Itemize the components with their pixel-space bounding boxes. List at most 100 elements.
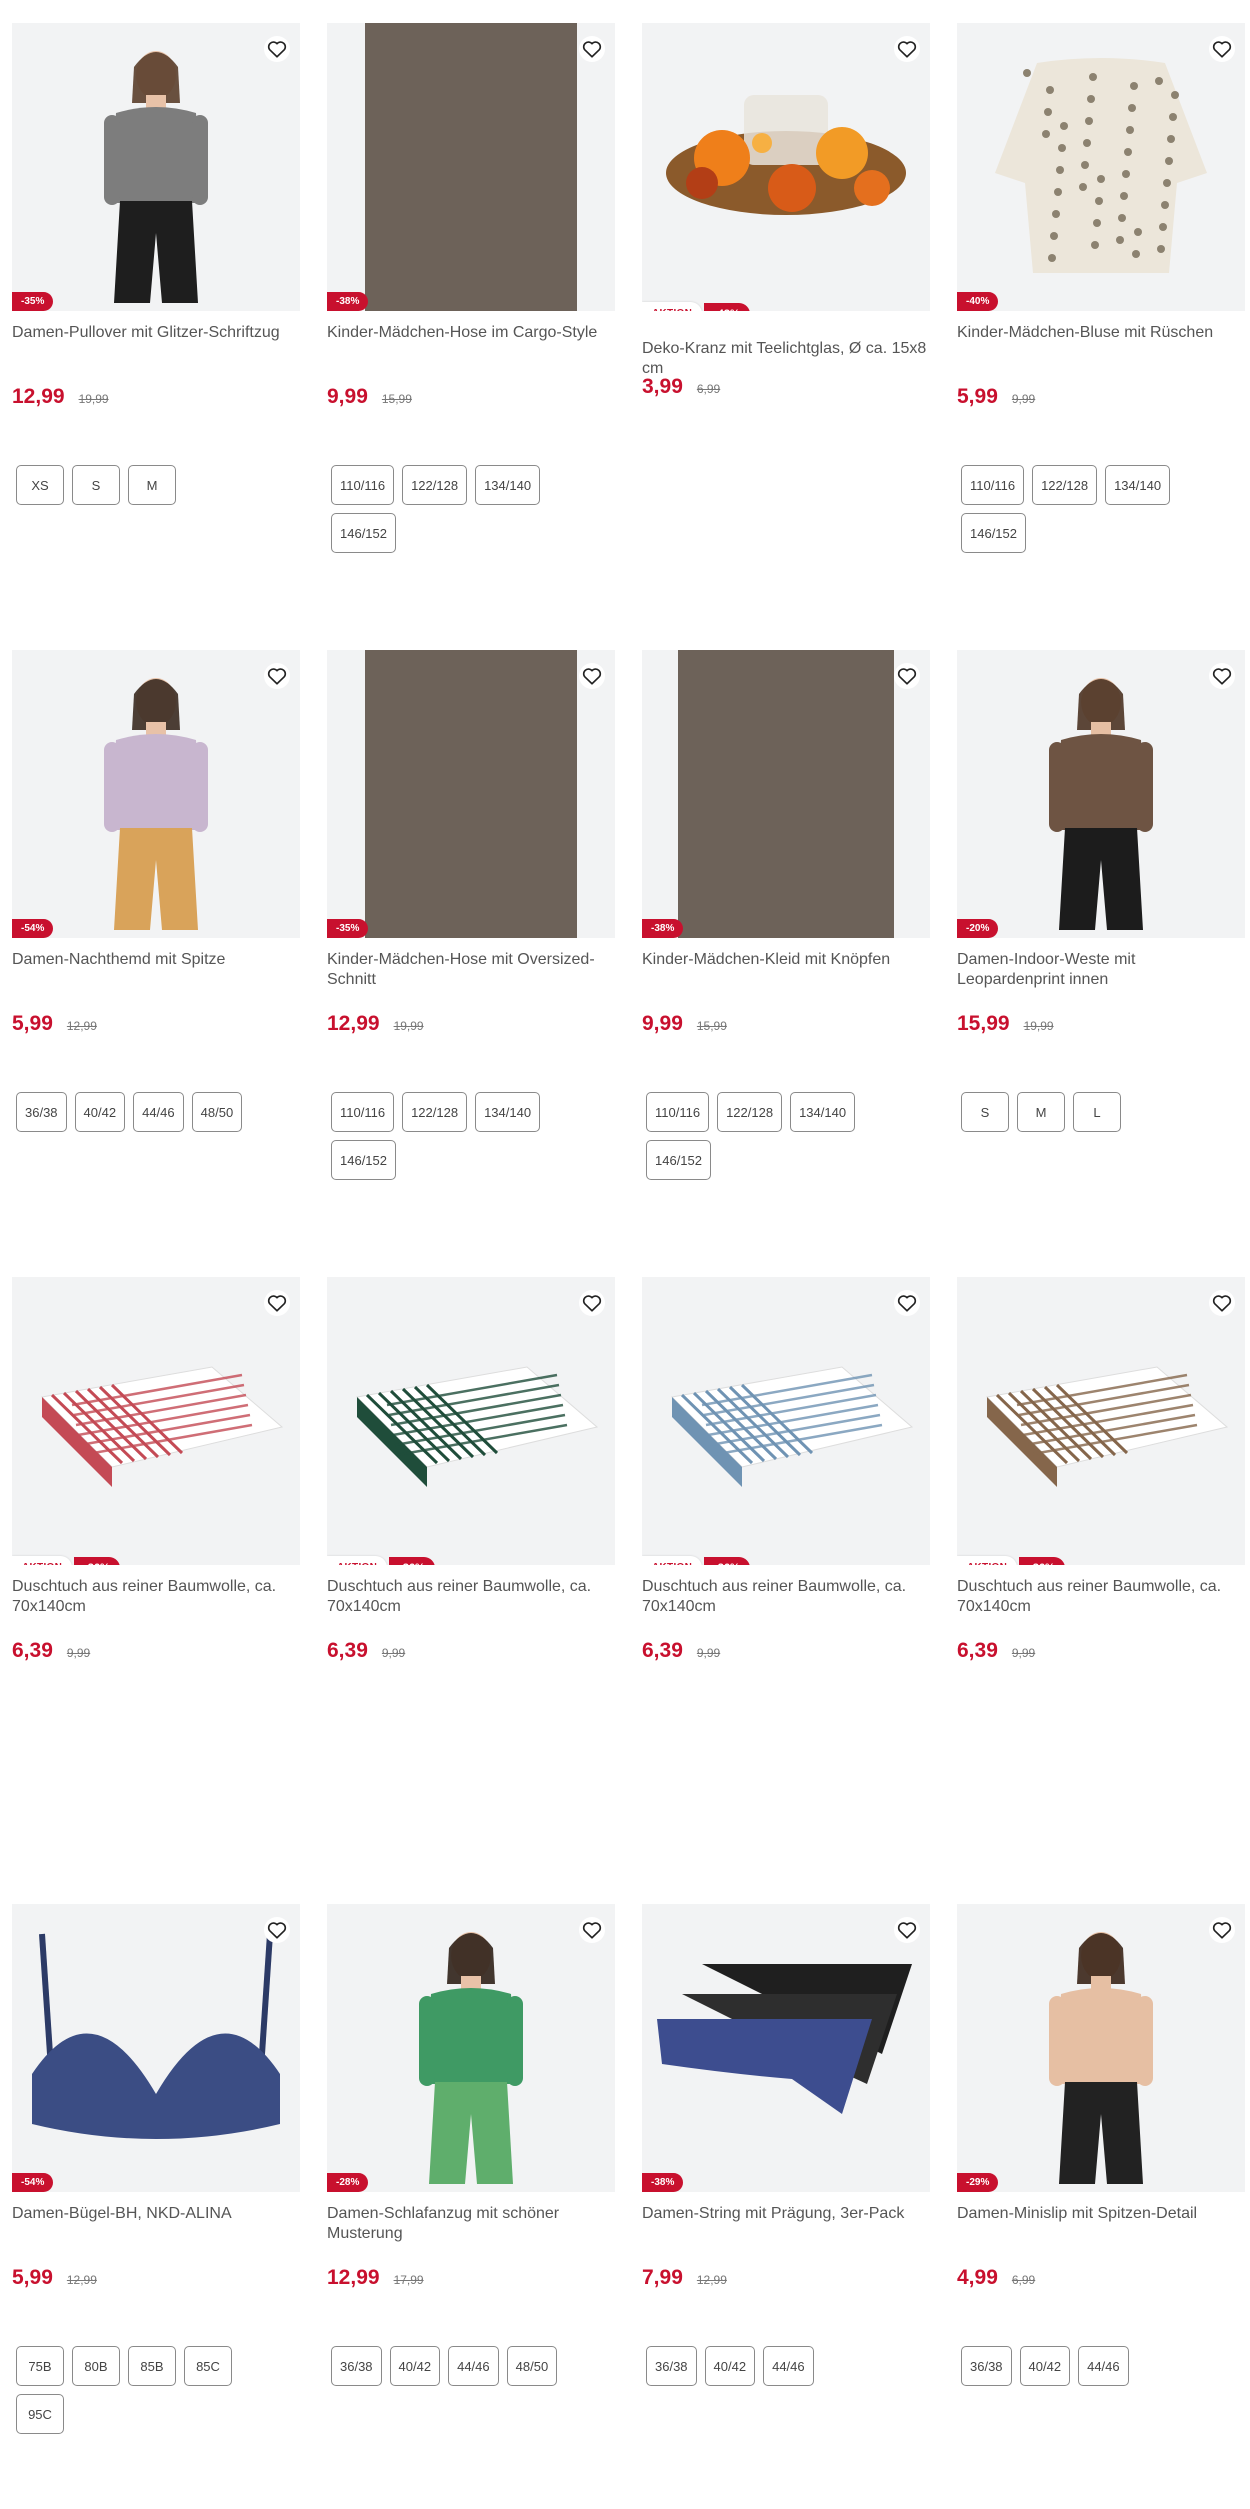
size-option[interactable]: S [72,465,120,505]
size-option[interactable]: 122/128 [1032,465,1098,505]
size-option[interactable]: 44/46 [763,2346,814,2386]
product-card[interactable]: -29% Damen-Minislip mit Spitzen-Detail 4… [957,1904,1245,2509]
size-option[interactable]: 85B [128,2346,176,2386]
product-card[interactable]: -38% Damen-String mit Prägung, 3er-Pack … [642,1904,930,2509]
size-option[interactable]: S [961,1092,1009,1132]
product-title[interactable]: Damen-Minislip mit Spitzen-Detail [957,2204,1245,2266]
product-title[interactable]: Damen-Pullover mit Glitzer-Schriftzug [12,323,300,385]
size-option[interactable]: 122/128 [402,465,468,505]
product-image[interactable]: -35% [327,650,615,938]
product-title[interactable]: Damen-Bügel-BH, NKD-ALINA [12,2204,300,2266]
product-title[interactable]: Duschtuch aus reiner Baumwolle, ca. 70x1… [957,1577,1245,1639]
product-card[interactable]: -40% Kinder-Mädchen-Bluse mit Rüschen 5,… [957,23,1245,650]
size-option[interactable]: M [1017,1092,1065,1132]
product-image[interactable]: AKTION -43% [642,23,930,311]
size-option[interactable]: 110/116 [331,1092,395,1132]
size-option[interactable]: 40/42 [389,2346,441,2386]
size-option[interactable]: M [128,465,176,505]
size-option[interactable]: 134/140 [1105,465,1171,505]
size-option[interactable]: 122/128 [402,1092,468,1132]
size-option[interactable]: 134/140 [790,1092,856,1132]
size-option[interactable]: 48/50 [506,2346,558,2386]
size-option[interactable]: 146/152 [646,1140,711,1180]
size-option[interactable]: XS [16,465,64,505]
product-image[interactable]: -54% [12,650,300,938]
wishlist-heart-icon[interactable] [264,36,290,62]
size-option[interactable]: 44/46 [133,1092,184,1132]
size-option[interactable]: 134/140 [475,465,541,505]
size-option[interactable]: 134/140 [475,1092,541,1132]
wishlist-heart-icon[interactable] [1209,663,1235,689]
wishlist-heart-icon[interactable] [894,1917,920,1943]
product-image[interactable]: AKTION -36% [12,1277,300,1565]
product-card[interactable]: -54% Damen-Bügel-BH, NKD-ALINA 5,99 12,9… [12,1904,300,2509]
size-option[interactable]: 110/116 [331,465,395,505]
product-image[interactable]: AKTION -36% [642,1277,930,1565]
size-option[interactable]: 122/128 [717,1092,783,1132]
product-card[interactable]: -38% Kinder-Mädchen-Kleid mit Knöpfen 9,… [642,650,930,1277]
product-image[interactable]: -28% [327,1904,615,2192]
product-title[interactable]: Damen-Schlafanzug mit schöner Musterung [327,2204,615,2266]
size-option[interactable]: 44/46 [448,2346,499,2386]
size-option[interactable]: 40/42 [74,1092,126,1132]
size-option[interactable]: 146/152 [331,1140,396,1180]
product-image[interactable]: -38% [642,650,930,938]
product-card[interactable]: -28% Damen-Schlafanzug mit schöner Muste… [327,1904,615,2509]
size-option[interactable]: 44/46 [1078,2346,1129,2386]
size-option[interactable]: 95C [16,2394,64,2434]
size-option[interactable]: 36/38 [16,1092,67,1132]
product-card[interactable]: -20% Damen-Indoor-Weste mit Leopardenpri… [957,650,1245,1277]
size-option[interactable]: 40/42 [1019,2346,1071,2386]
wishlist-heart-icon[interactable] [264,663,290,689]
product-image[interactable]: -35% [12,23,300,311]
product-title[interactable]: Kinder-Mädchen-Kleid mit Knöpfen [642,950,930,1012]
product-card[interactable]: -38% Kinder-Mädchen-Hose im Cargo-Style … [327,23,615,650]
product-image[interactable]: AKTION -36% [957,1277,1245,1565]
product-title[interactable]: Damen-String mit Prägung, 3er-Pack [642,2204,930,2266]
product-card[interactable]: -35% Damen-Pullover mit Glitzer-Schriftz… [12,23,300,650]
wishlist-heart-icon[interactable] [894,36,920,62]
size-option[interactable]: 110/116 [646,1092,710,1132]
wishlist-heart-icon[interactable] [894,1290,920,1316]
product-title[interactable]: Duschtuch aus reiner Baumwolle, ca. 70x1… [642,1577,930,1639]
product-image[interactable]: -40% [957,23,1245,311]
product-image[interactable]: -54% [12,1904,300,2192]
product-card[interactable]: AKTION -36% Duschtuch aus reiner Baumwol… [327,1277,615,1904]
product-title[interactable]: Kinder-Mädchen-Hose mit Oversized-Schnit… [327,950,615,1012]
size-option[interactable]: 36/38 [646,2346,697,2386]
product-image[interactable]: -20% [957,650,1245,938]
wishlist-heart-icon[interactable] [1209,36,1235,62]
size-option[interactable]: 85C [184,2346,232,2386]
size-option[interactable]: 80B [72,2346,120,2386]
size-option[interactable]: 146/152 [961,513,1026,553]
product-card[interactable]: AKTION -43% Deko-Kranz mit Teelichtglas,… [642,23,930,650]
wishlist-heart-icon[interactable] [1209,1290,1235,1316]
product-card[interactable]: AKTION -36% Duschtuch aus reiner Baumwol… [642,1277,930,1904]
product-image[interactable]: -38% [642,1904,930,2192]
product-title[interactable]: Duschtuch aus reiner Baumwolle, ca. 70x1… [327,1577,615,1639]
wishlist-heart-icon[interactable] [579,663,605,689]
product-card[interactable]: -54% Damen-Nachthemd mit Spitze 5,99 12,… [12,650,300,1277]
product-image[interactable]: -29% [957,1904,1245,2192]
product-title[interactable]: Duschtuch aus reiner Baumwolle, ca. 70x1… [12,1577,300,1639]
wishlist-heart-icon[interactable] [579,1290,605,1316]
product-title[interactable]: Kinder-Mädchen-Hose im Cargo-Style [327,323,615,385]
product-image[interactable]: AKTION -36% [327,1277,615,1565]
product-image[interactable]: -38% [327,23,615,311]
wishlist-heart-icon[interactable] [264,1917,290,1943]
product-card[interactable]: -35% Kinder-Mädchen-Hose mit Oversized-S… [327,650,615,1277]
product-title[interactable]: Damen-Nachthemd mit Spitze [12,950,300,1012]
size-option[interactable]: 48/50 [191,1092,243,1132]
product-title[interactable]: Damen-Indoor-Weste mit Leopardenprint in… [957,950,1245,1012]
size-option[interactable]: 36/38 [331,2346,382,2386]
wishlist-heart-icon[interactable] [1209,1917,1235,1943]
wishlist-heart-icon[interactable] [579,36,605,62]
size-option[interactable]: 36/38 [961,2346,1012,2386]
product-title[interactable]: Deko-Kranz mit Teelichtglas, Ø ca. 15x8 … [642,339,930,377]
product-card[interactable]: AKTION -36% Duschtuch aus reiner Baumwol… [12,1277,300,1904]
wishlist-heart-icon[interactable] [894,663,920,689]
product-title[interactable]: Kinder-Mädchen-Bluse mit Rüschen [957,323,1245,385]
size-option[interactable]: 146/152 [331,513,396,553]
size-option[interactable]: 40/42 [704,2346,756,2386]
size-option[interactable]: 75B [16,2346,64,2386]
